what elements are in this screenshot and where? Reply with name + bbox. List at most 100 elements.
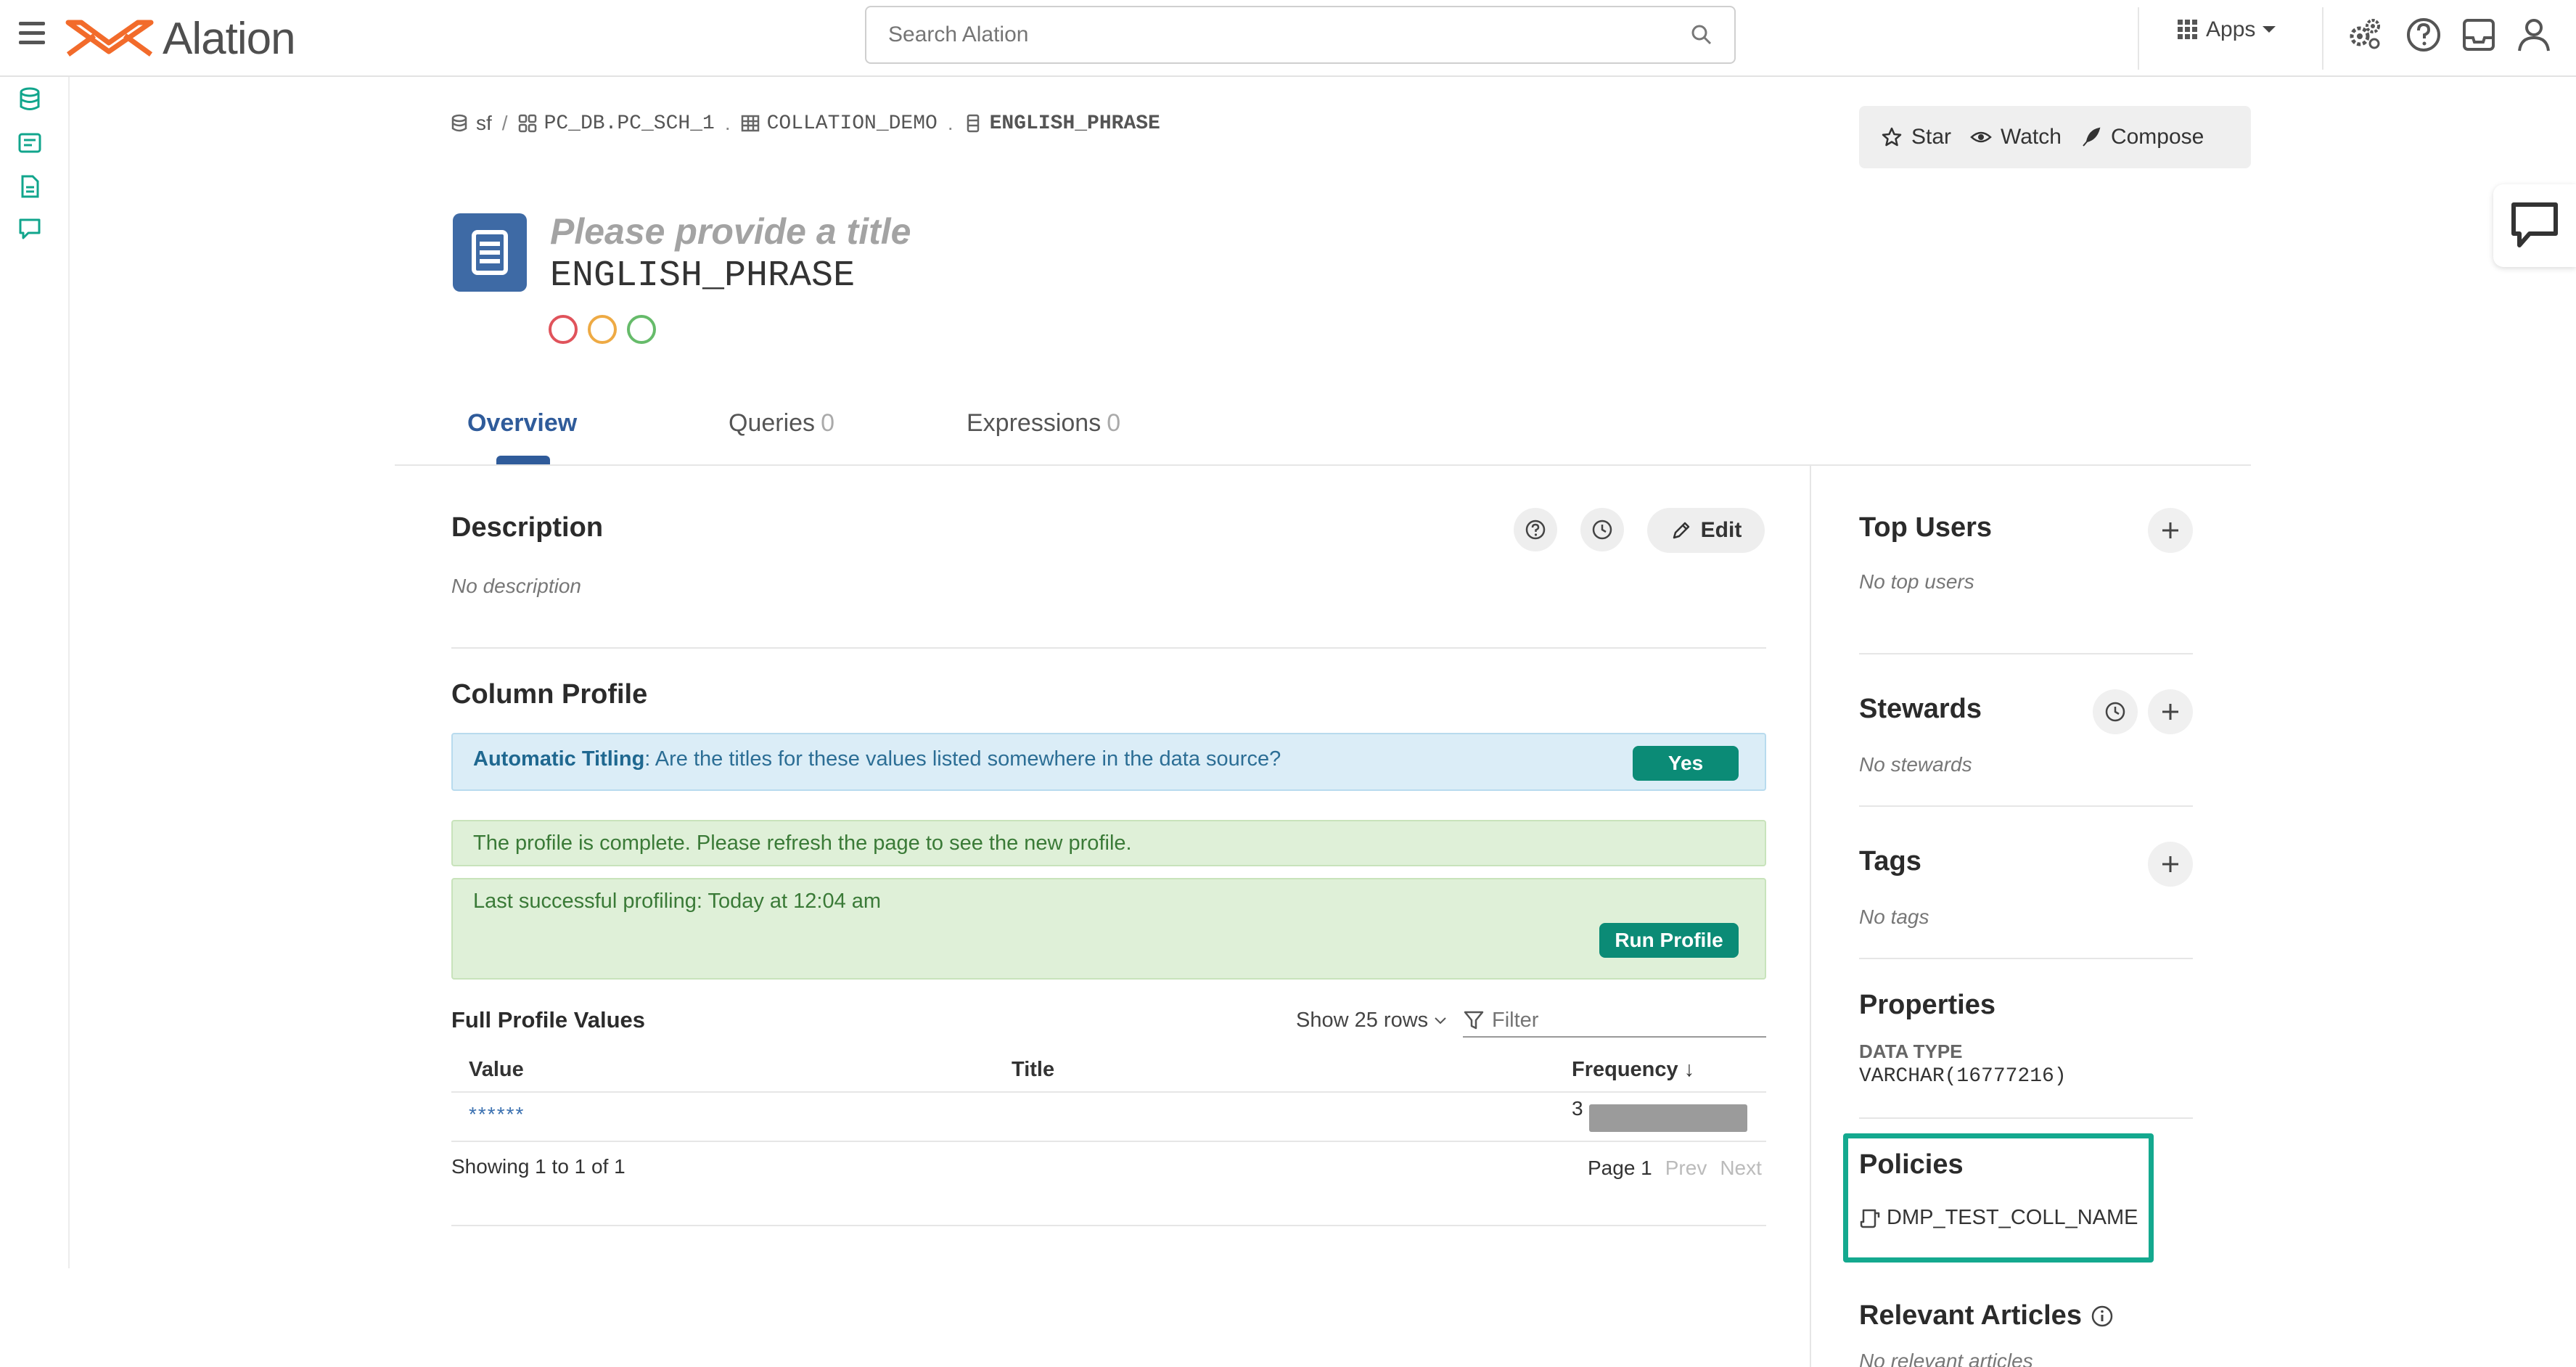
row-value[interactable]: ****** [469, 1103, 525, 1126]
table-icon [741, 115, 759, 132]
document-icon[interactable] [17, 174, 42, 199]
grid-icon [2178, 20, 2197, 39]
quill-icon [2083, 127, 2101, 147]
user-icon[interactable] [2515, 16, 2553, 54]
next-page-button[interactable]: Next [1720, 1157, 1762, 1180]
star-button[interactable]: Star [1881, 125, 1951, 149]
help-icon [1525, 520, 1546, 540]
column-header-title[interactable]: Title [1012, 1058, 1054, 1082]
table-showing-count: Showing 1 to 1 of 1 [451, 1155, 625, 1178]
active-tab-indicator [496, 456, 550, 464]
logo-text: Alation [163, 13, 296, 64]
trust-flag-endorsed[interactable] [627, 315, 656, 344]
description-help-button[interactable] [1514, 508, 1557, 551]
policies-heading: Policies [1859, 1149, 1964, 1180]
section-divider [451, 647, 1766, 649]
stewards-history-button[interactable] [2093, 689, 2138, 734]
filter-box[interactable] [1463, 1004, 1766, 1038]
frequency-header-label: Frequency [1572, 1058, 1678, 1081]
profile-complete-alert: The profile is complete. Please refresh … [451, 820, 1766, 866]
compose-label: Compose [2110, 125, 2204, 149]
policy-icon [1860, 1209, 1880, 1228]
database-icon[interactable] [17, 87, 42, 112]
automatic-titling-alert: Automatic Titling: Are the titles for th… [451, 733, 1766, 791]
trust-flag-deprecated[interactable] [549, 315, 578, 344]
conversation-icon[interactable] [17, 216, 42, 241]
show-rows-label: Show 25 rows [1296, 1009, 1429, 1032]
star-label: Star [1911, 125, 1952, 149]
catalog-icon[interactable] [17, 131, 42, 155]
tab-queries-count: 0 [821, 409, 834, 437]
yes-button[interactable]: Yes [1633, 746, 1739, 781]
clock-icon [2105, 702, 2125, 722]
search-box[interactable] [865, 6, 1736, 64]
edit-description-button[interactable]: Edit [1647, 508, 1765, 553]
breadcrumb-table[interactable]: COLLATION_DEMO [767, 112, 938, 135]
apps-menu[interactable]: Apps [2177, 17, 2277, 42]
edit-label: Edit [1700, 518, 1742, 542]
settings-gears-icon[interactable] [2345, 16, 2383, 54]
inbox-icon[interactable] [2460, 16, 2498, 54]
filter-input[interactable] [1492, 1008, 1739, 1033]
tags-empty: No tags [1859, 906, 1929, 928]
star-icon [1882, 127, 1902, 147]
filter-icon [1464, 1011, 1484, 1030]
column-header-frequency[interactable]: Frequency ↓ [1572, 1058, 1694, 1082]
tab-expressions-count: 0 [1107, 409, 1121, 437]
title-placeholder[interactable]: Please provide a title [550, 210, 911, 253]
column-icon [967, 114, 979, 133]
chat-button[interactable] [2493, 184, 2576, 267]
stewards-empty: No stewards [1859, 753, 1972, 776]
frequency-bar [1589, 1104, 1747, 1132]
sidebar-separator [1859, 653, 2193, 654]
sidebar-separator [1859, 805, 2193, 807]
description-history-button[interactable] [1580, 508, 1624, 551]
breadcrumb: sf / PC_DB.PC_SCH_1 . COLLATION_DEMO . E… [450, 112, 1160, 135]
add-tag-button[interactable] [2148, 842, 2193, 887]
info-icon[interactable] [2091, 1305, 2114, 1328]
run-profile-button[interactable]: Run Profile [1599, 923, 1739, 958]
sort-desc-icon: ↓ [1683, 1058, 1695, 1081]
breadcrumb-schema[interactable]: PC_DB.PC_SCH_1 [544, 112, 715, 135]
divider [2322, 7, 2323, 70]
trust-flag-warning[interactable] [588, 315, 617, 344]
prev-page-button[interactable]: Prev [1665, 1157, 1707, 1180]
pagination: Page 1 Prev Next [1588, 1157, 1762, 1180]
tab-expressions-label: Expressions [967, 409, 1102, 437]
menu-icon[interactable] [19, 22, 45, 46]
table-bottom-divider [451, 1141, 1766, 1142]
column-profile-heading: Column Profile [451, 679, 648, 710]
alation-logo-icon [65, 20, 154, 57]
profile-status-alert: Last successful profiling: Today at 12:0… [451, 878, 1766, 980]
sidebar-divider [1810, 466, 1811, 1367]
column-header-value[interactable]: Value [469, 1058, 524, 1082]
tab-overview-label: Overview [467, 409, 578, 437]
breadcrumb-datasource[interactable]: sf [476, 112, 492, 135]
search-input[interactable] [888, 22, 1691, 47]
tags-heading: Tags [1859, 846, 1921, 877]
tab-expressions[interactable]: Expressions 0 [967, 409, 1120, 438]
tab-overview[interactable]: Overview [467, 409, 577, 438]
policy-item[interactable]: DMP_TEST_COLL_NAME [1859, 1206, 2138, 1230]
search-icon[interactable] [1691, 24, 1712, 46]
eye-icon [1970, 131, 1992, 143]
profile-complete-text: The profile is complete. Please refresh … [473, 832, 1132, 855]
watch-button[interactable]: Watch [1970, 125, 2062, 149]
sidebar-separator [1859, 1117, 2193, 1119]
tab-queries[interactable]: Queries 0 [729, 409, 834, 438]
top-users-heading: Top Users [1859, 512, 1993, 543]
object-actions: Star Watch Compose [1859, 106, 2251, 168]
description-heading: Description [451, 512, 604, 543]
column-object-icon [453, 213, 527, 292]
schema-icon [518, 114, 536, 133]
add-top-user-button[interactable] [2148, 508, 2193, 553]
relevant-articles-heading: Relevant Articles [1859, 1300, 2082, 1331]
relevant-articles-header: Relevant Articles [1859, 1300, 2114, 1331]
help-icon[interactable] [2405, 16, 2442, 54]
add-steward-button[interactable] [2148, 689, 2193, 734]
compose-button[interactable]: Compose [2080, 125, 2204, 149]
alation-logo[interactable]: Alation [65, 7, 296, 70]
policy-name: DMP_TEST_COLL_NAME [1887, 1206, 2138, 1229]
breadcrumb-current: ENGLISH_PHRASE [989, 112, 1160, 135]
show-rows-select[interactable]: Show 25 rows [1296, 1009, 1447, 1033]
